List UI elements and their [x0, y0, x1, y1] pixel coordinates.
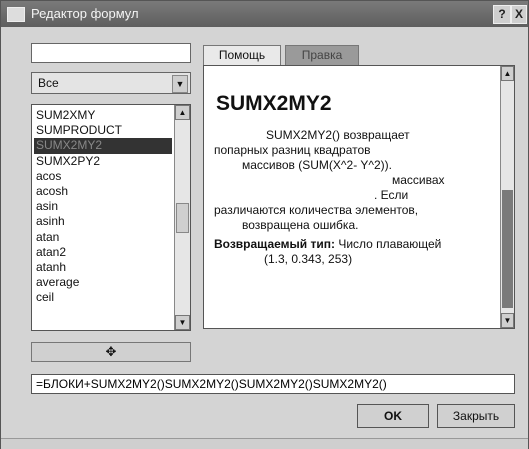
window-title: Редактор формул: [31, 6, 139, 21]
down-arrow-icon: ✥: [105, 344, 117, 359]
scroll-up-icon[interactable]: ▲: [501, 66, 514, 81]
function-list-item[interactable]: SUMX2MY2: [34, 138, 172, 154]
function-list[interactable]: SUM2XMY SUMPRODUCT SUMX2MY2 SUMX2PY2 acos aco…: [31, 104, 191, 331]
function-list-item[interactable]: SUMX2PY2: [34, 154, 172, 169]
help-panel-scrollbar[interactable]: ▲ ▼: [500, 66, 514, 328]
function-list-item[interactable]: SUMPRODUCT: [34, 123, 172, 138]
return-type-label: Возвращаемый тип:: [214, 237, 335, 251]
function-search-input[interactable]: [31, 43, 191, 63]
help-line: различаются количества элементов,: [214, 203, 419, 217]
function-list-item[interactable]: SUM2XMY: [34, 108, 172, 123]
function-list-item[interactable]: atanh: [34, 260, 172, 275]
function-list-scrollbar[interactable]: ▲ ▼: [174, 105, 190, 330]
chevron-down-icon[interactable]: ▼: [172, 75, 188, 93]
function-list-item[interactable]: ceil: [34, 290, 172, 305]
help-button[interactable]: ?: [493, 5, 511, 24]
formula-input[interactable]: [31, 374, 515, 394]
help-body: SUMX2MY2() возвращает попарных разниц кв…: [214, 128, 484, 267]
scroll-up-icon[interactable]: ▲: [175, 105, 190, 120]
insert-function-button[interactable]: ✥: [31, 342, 191, 362]
category-select[interactable]: Все ▼: [31, 72, 191, 94]
help-title: SUMX2MY2: [216, 92, 332, 115]
help-example: (1.3, 0.343, 253): [264, 252, 353, 266]
ok-button[interactable]: OK: [357, 404, 429, 428]
return-type-value: Число плавающей: [338, 237, 442, 251]
scroll-thumb[interactable]: [502, 190, 513, 308]
title-bar[interactable]: Редактор формул ? X: [1, 1, 528, 27]
function-list-item[interactable]: atan2: [34, 245, 172, 260]
help-line: . Если: [374, 188, 409, 202]
close-icon[interactable]: X: [511, 5, 527, 24]
function-list-item[interactable]: average: [34, 275, 172, 290]
function-list-item[interactable]: asin: [34, 199, 172, 214]
help-line: массивах: [392, 173, 445, 187]
status-bar: [1, 438, 528, 449]
app-icon: [7, 7, 25, 22]
scroll-down-icon[interactable]: ▼: [175, 315, 190, 330]
scroll-thumb[interactable]: [176, 203, 189, 233]
help-line: возвращена ошибка.: [242, 218, 359, 232]
function-list-item[interactable]: acos: [34, 169, 172, 184]
help-line: попарных разниц квадратов: [214, 143, 371, 157]
scroll-down-icon[interactable]: ▼: [501, 313, 514, 328]
tab-help[interactable]: Помощь: [203, 45, 281, 65]
function-list-item[interactable]: asinh: [34, 214, 172, 229]
tab-edit[interactable]: Правка: [285, 45, 359, 65]
help-line: SUMX2MY2() возвращает: [266, 128, 410, 142]
category-selected-value: Все: [38, 76, 59, 90]
function-list-item[interactable]: acosh: [34, 184, 172, 199]
function-list-item[interactable]: atan: [34, 230, 172, 245]
help-panel: SUMX2MY2 SUMX2MY2() возвращает попарных …: [203, 65, 515, 329]
help-return-type: Возвращаемый тип: Число плавающей: [214, 237, 484, 252]
formula-editor-window: Редактор формул ? X Все ▼ SUM2XMY SUMPROD…: [0, 0, 529, 449]
help-line: массивов (SUM(X^2- Y^2)).: [242, 158, 392, 172]
close-button[interactable]: Закрыть: [437, 404, 515, 428]
